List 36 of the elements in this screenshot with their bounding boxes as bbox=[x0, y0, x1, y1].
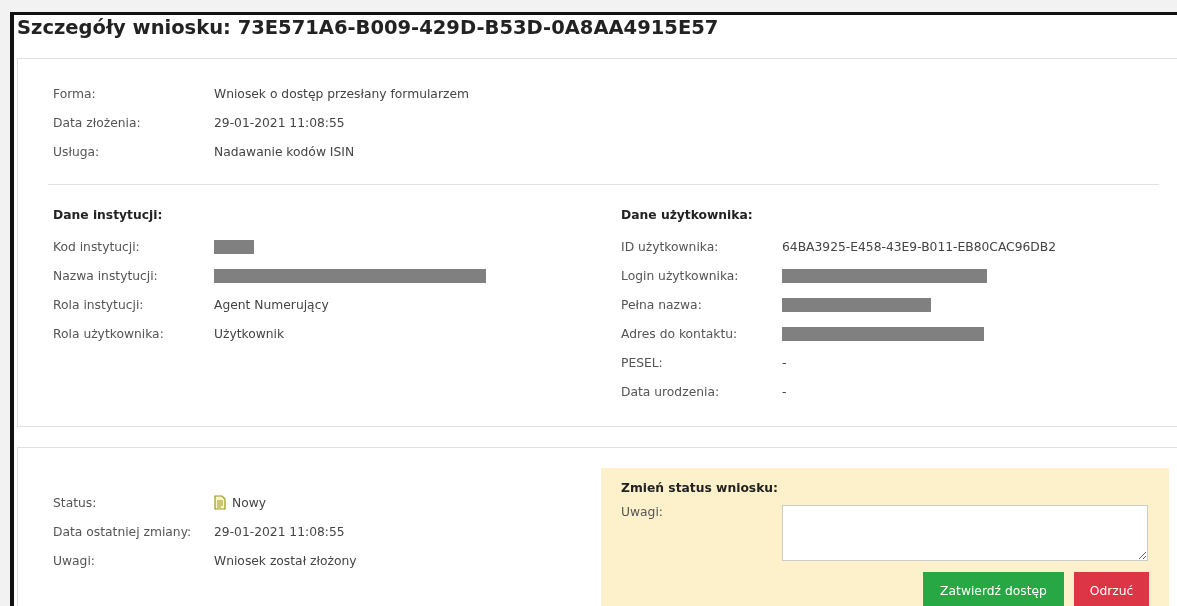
notes-field[interactable] bbox=[782, 505, 1148, 561]
field-value: Nowy bbox=[232, 495, 267, 510]
field-label: ID użytkownika: bbox=[621, 239, 720, 254]
field-value: 64BA3925-E458-43E9-B011-EB80CAC96DB2 bbox=[782, 239, 1057, 254]
field-value: - bbox=[782, 355, 787, 370]
field-label: Login użytkownika: bbox=[621, 268, 740, 283]
field-value: 29-01-2021 11:08:55 bbox=[214, 115, 345, 130]
field-value: Agent Numerujący bbox=[214, 297, 329, 312]
field-label: Usługa: bbox=[53, 144, 101, 159]
field-label: Pełna nazwa: bbox=[621, 297, 703, 312]
section-heading: Dane instytucji: bbox=[53, 207, 164, 224]
field-label: Adres do kontaktu: bbox=[621, 326, 739, 341]
field-label: Uwagi: bbox=[53, 553, 96, 568]
section-heading: Zmień status wniosku: bbox=[621, 480, 779, 497]
field-label: Uwagi: bbox=[621, 505, 664, 519]
field-value: Nadawanie kodów ISIN bbox=[214, 144, 355, 159]
field-label: Forma: bbox=[53, 86, 97, 101]
field-label: PESEL: bbox=[621, 355, 664, 370]
field-value: Wniosek o dostęp przesłany formularzem bbox=[214, 86, 469, 101]
field-label: Rola użytkownika: bbox=[53, 326, 165, 341]
field-value: Wniosek został złożony bbox=[214, 553, 357, 568]
field-label: Kod instytucji: bbox=[53, 239, 141, 254]
field-label: Data urodzenia: bbox=[621, 384, 721, 399]
field-label: Status: bbox=[53, 495, 98, 510]
field-label: Data złożenia: bbox=[53, 115, 142, 130]
field-value: 29-01-2021 11:08:55 bbox=[214, 524, 345, 539]
reject-button[interactable]: Odrzuć bbox=[1074, 572, 1149, 606]
document-icon bbox=[214, 495, 226, 510]
section-heading: Dane użytkownika: bbox=[621, 207, 754, 224]
field-value: - bbox=[782, 384, 787, 399]
approve-button[interactable]: Zatwierdź dostęp bbox=[923, 572, 1064, 606]
field-label: Rola instytucji: bbox=[53, 297, 145, 312]
field-label: Nazwa instytucji: bbox=[53, 268, 159, 283]
field-value: Użytkownik bbox=[214, 326, 285, 341]
field-label: Data ostatniej zmiany: bbox=[53, 524, 193, 539]
page-title: Szczegóły wniosku: 73E571A6-B009-429D-B53D-0A8AA4915E57 bbox=[17, 15, 720, 41]
